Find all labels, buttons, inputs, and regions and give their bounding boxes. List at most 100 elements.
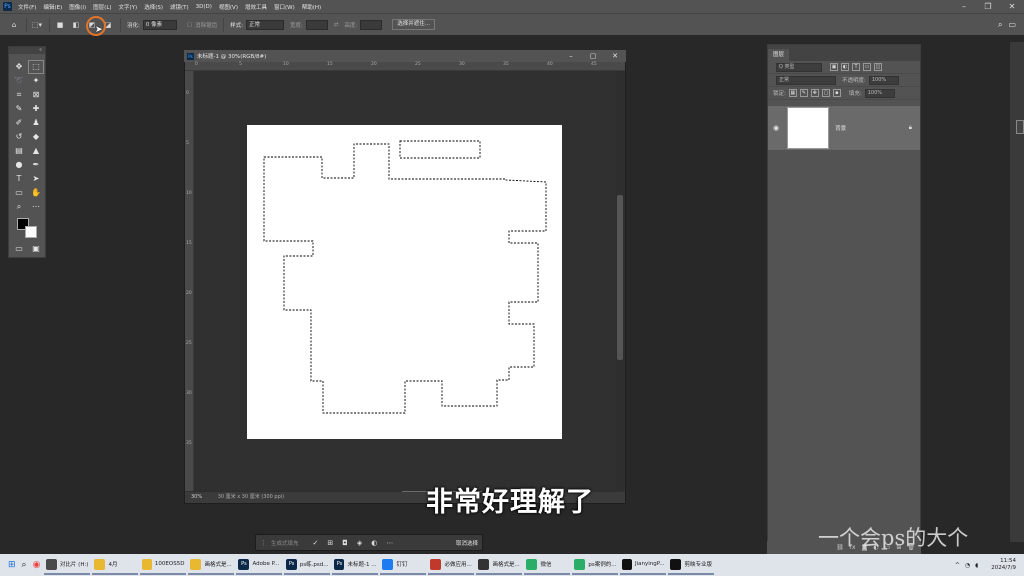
- taskbar-app[interactable]: 必做应用...: [428, 555, 475, 575]
- swap-icon[interactable]: ⇄: [334, 22, 339, 28]
- menu-view[interactable]: 视图(V): [219, 3, 238, 11]
- smart-object-filter-icon[interactable]: ◫: [874, 63, 882, 71]
- more-tools-icon[interactable]: ⋯: [29, 201, 43, 213]
- taskbar-app[interactable]: 100EOS5D: [140, 555, 187, 575]
- lock-artboard-icon[interactable]: ▢: [821, 89, 830, 97]
- gradient-tool-icon[interactable]: ▤: [12, 145, 26, 157]
- lock-pixels-icon[interactable]: ✎: [799, 89, 808, 97]
- taskbar-app[interactable]: Ps ps练.psd...: [284, 555, 331, 575]
- feather-input[interactable]: 0 像素: [142, 19, 177, 30]
- blend-mode-select[interactable]: 正常: [776, 75, 836, 85]
- menu-select[interactable]: 选择(S): [144, 3, 163, 11]
- menu-layer[interactable]: 图层(L): [93, 3, 111, 11]
- menu-image[interactable]: 图像(I): [69, 3, 86, 11]
- layer-kind-filter[interactable]: Q 类型: [776, 62, 822, 72]
- menu-3d[interactable]: 3D(D): [196, 4, 212, 10]
- opacity-input[interactable]: 100%: [868, 75, 899, 85]
- add-to-selection-icon[interactable]: ◧: [70, 18, 82, 32]
- network-icon[interactable]: ◔: [965, 562, 970, 569]
- background-color-swatch[interactable]: [25, 226, 37, 238]
- clone-stamp-tool-icon[interactable]: ♟: [29, 117, 43, 129]
- magic-wand-tool-icon[interactable]: ✦: [29, 75, 43, 87]
- frame-tool-icon[interactable]: ⊠: [29, 89, 43, 101]
- move-tool-icon[interactable]: ✥: [12, 61, 26, 73]
- marquee-preset-icon[interactable]: ⬚▾: [31, 18, 43, 32]
- new-selection-icon[interactable]: ■: [54, 18, 66, 32]
- menu-type[interactable]: 文字(Y): [119, 3, 138, 11]
- pen-tool-icon[interactable]: ✒: [29, 159, 43, 171]
- lock-transparent-icon[interactable]: ▦: [788, 89, 797, 97]
- antialias-checkbox[interactable]: ▢: [187, 22, 192, 28]
- document-canvas[interactable]: [247, 125, 562, 439]
- menu-file[interactable]: 文件(F): [18, 3, 36, 11]
- height-input[interactable]: [360, 19, 383, 30]
- panel-toggle-icon[interactable]: [1016, 120, 1024, 134]
- search-icon[interactable]: ⌕: [20, 555, 29, 575]
- doc-close-button[interactable]: ✕: [604, 52, 626, 60]
- pixel-filter-icon[interactable]: ▣: [830, 63, 838, 71]
- menu-window[interactable]: 窗口(W): [274, 3, 295, 11]
- zoom-tool-icon[interactable]: ⌕: [12, 201, 26, 213]
- zoom-level[interactable]: 30%: [191, 494, 202, 500]
- taskbar-app[interactable]: Ps 未标题-1 ...: [332, 555, 379, 575]
- layer-row-background[interactable]: ◉ 背景 🔒︎: [768, 106, 920, 150]
- vertical-scrollbar-thumb[interactable]: [617, 195, 623, 360]
- search-icon[interactable]: ⌕: [998, 20, 1002, 30]
- document-tab[interactable]: Ps 未标题-1 @ 30%(RGB/8#) – ▢ ✕: [184, 50, 626, 62]
- doc-minimize-button[interactable]: –: [560, 52, 582, 60]
- shape-filter-icon[interactable]: ▭: [863, 63, 871, 71]
- rectangle-tool-icon[interactable]: ▭: [12, 187, 26, 199]
- toolbox-collapse-icon[interactable]: «: [9, 47, 45, 54]
- close-window-button[interactable]: ✕: [1000, 0, 1024, 13]
- modify-selection-icon[interactable]: ✓: [313, 539, 319, 547]
- adjustment-icon[interactable]: ◐: [371, 539, 377, 547]
- style-select[interactable]: 正常: [245, 19, 284, 30]
- minimize-button[interactable]: –: [952, 0, 976, 13]
- generative-fill-button[interactable]: 生成式填充: [271, 539, 299, 547]
- restore-button[interactable]: ❐: [976, 0, 1000, 13]
- healing-brush-tool-icon[interactable]: ✚: [29, 103, 43, 115]
- taskbar-app[interactable]: ps案例的...: [572, 555, 619, 575]
- type-filter-icon[interactable]: T: [852, 63, 860, 71]
- taskbar-app[interactable]: 钉钉: [380, 555, 427, 575]
- drag-handle-icon[interactable]: ⋮: [260, 539, 267, 547]
- visibility-eye-icon[interactable]: ◉: [773, 124, 779, 132]
- taskbar-app[interactable]: 剪映专业版: [668, 555, 715, 575]
- quick-mask-icon[interactable]: ▭: [12, 243, 26, 255]
- path-selection-tool-icon[interactable]: ➤: [29, 173, 43, 185]
- taskbar-app[interactable]: Ps Adobe P...: [236, 555, 283, 575]
- screen-mode-icon[interactable]: ▣: [29, 243, 43, 255]
- hand-tool-icon[interactable]: ✋: [29, 187, 43, 199]
- fill-selection-icon[interactable]: ◈: [357, 539, 362, 547]
- document-info[interactable]: 30 厘米 x 30 厘米 (300 ppi): [218, 494, 284, 500]
- volume-icon[interactable]: ◖: [975, 562, 978, 569]
- brush-tool-icon[interactable]: ✐: [12, 117, 26, 129]
- taskbar-app[interactable]: 对比片 (H:): [44, 555, 91, 575]
- eraser-tool-icon[interactable]: ◆: [29, 131, 43, 143]
- tray-overflow-icon[interactable]: ^: [955, 562, 960, 569]
- taskbar-app[interactable]: 4月: [92, 555, 139, 575]
- select-subject-icon[interactable]: ⊞: [327, 539, 333, 547]
- width-input[interactable]: [305, 19, 328, 30]
- taskbar-app[interactable]: 画格式是...: [476, 555, 523, 575]
- lock-all-icon[interactable]: ▪: [832, 89, 841, 97]
- type-tool-icon[interactable]: T: [12, 173, 26, 185]
- dodge-tool-icon[interactable]: ●: [12, 159, 26, 171]
- eyedropper-tool-icon[interactable]: ✎: [12, 103, 26, 115]
- blur-tool-icon[interactable]: ▲: [29, 145, 43, 157]
- fill-input[interactable]: 100%: [864, 88, 895, 98]
- crop-tool-icon[interactable]: ⌗: [12, 89, 26, 101]
- lock-position-icon[interactable]: ✥: [810, 89, 819, 97]
- chrome-icon[interactable]: ◉: [31, 555, 43, 575]
- taskbar-app[interactable]: 微信: [524, 555, 571, 575]
- rectangular-marquee-tool-icon[interactable]: ⬚: [28, 60, 44, 74]
- home-icon[interactable]: ⌂: [8, 18, 20, 32]
- windows-start-icon[interactable]: ⊞: [6, 555, 18, 575]
- select-and-mask-button[interactable]: 选择并遮住...: [392, 19, 436, 30]
- history-brush-tool-icon[interactable]: ↺: [12, 131, 26, 143]
- menu-edit[interactable]: 编辑(E): [43, 3, 62, 11]
- invert-selection-icon[interactable]: ◘: [342, 539, 348, 547]
- layer-name[interactable]: 背景: [835, 124, 846, 132]
- clock[interactable]: 11:54 2024/7/9: [991, 558, 1016, 572]
- layers-tab[interactable]: 图层: [768, 49, 790, 61]
